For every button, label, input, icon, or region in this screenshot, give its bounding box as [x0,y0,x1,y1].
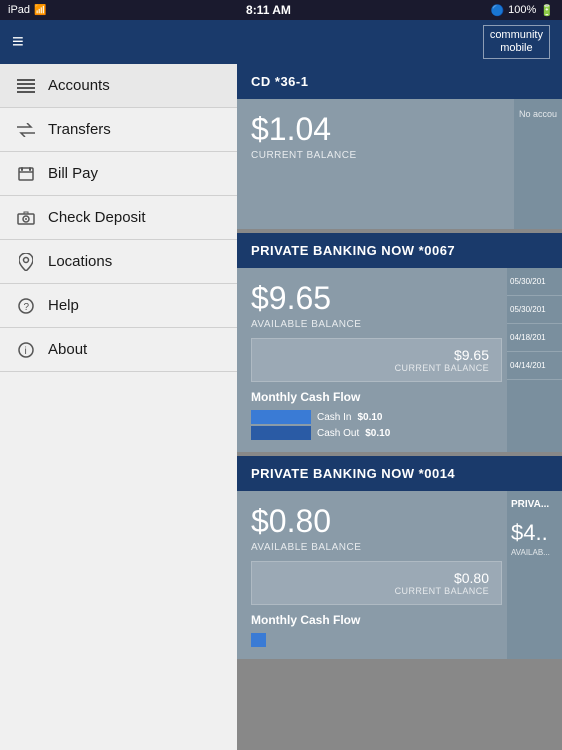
help-icon: ? [16,296,36,316]
sidebar-item-label: Accounts [48,77,110,94]
sidebar-item-label: Check Deposit [48,209,146,226]
cash-flow-section: Monthly Cash Flow Cash In $0.10 Cash Out… [251,390,502,440]
sidebar-item-checkdeposit[interactable]: Check Deposit [0,196,237,240]
account-card-body: $0.80 AVAILABLE BALANCE $0.80 CURRENT BA… [237,491,562,659]
about-icon: i [16,340,36,360]
sidebar-item-label: Locations [48,253,112,270]
cash-out-row: Cash Out $0.10 [251,426,502,440]
battery-icon: 🔋 [540,4,554,17]
cash-in-row [251,633,502,647]
trans-date: 05/30/201 [507,296,562,324]
current-balance-label: CURRENT BALANCE [395,363,489,373]
app-body: Accounts Transfers Bill Pay [0,64,562,750]
menu-button[interactable]: ≡ [12,31,24,54]
sidebar-item-about[interactable]: i About [0,328,237,372]
cash-flow-bars: Cash In $0.10 Cash Out $0.10 [251,410,502,440]
status-time: 8:11 AM [246,3,291,17]
status-right: 🔵 100% 🔋 [490,4,554,17]
bluetooth-icon: 🔵 [490,4,504,17]
partial-balance-label: AVAILAB... [507,548,562,557]
accounts-icon [16,76,36,96]
sidebar-item-label: Help [48,297,79,314]
cash-out-label: Cash Out [317,428,359,439]
balance-amount: $0.80 [251,503,502,540]
wifi-icon: 📶 [34,5,46,16]
no-account-text: No accou [519,109,557,119]
svg-text:i: i [25,346,27,357]
accounts-list[interactable]: CD *36-1 $1.04 CURRENT BALANCE No accou … [237,64,562,750]
account-card-body: $9.65 AVAILABLE BALANCE $9.65 CURRENT BA… [237,268,562,452]
app-header: ≡ community mobile [0,20,562,64]
current-balance-box: $9.65 CURRENT BALANCE [251,338,502,382]
sidebar-item-accounts[interactable]: Accounts [0,64,237,108]
cash-out-amount: $0.10 [365,428,390,439]
cash-out-bar [251,426,311,440]
trans-date: 05/30/201 [507,268,562,296]
current-balance-label: CURRENT BALANCE [395,586,489,596]
svg-text:?: ? [24,302,30,313]
partial-amount: $4.. [507,518,562,548]
billpay-icon [16,164,36,184]
account-card-pbn0014[interactable]: PRIVATE BANKING NOW *0014 $0.80 AVAILABL… [237,456,562,659]
balance-label: AVAILABLE BALANCE [251,319,502,330]
checkdeposit-icon [16,208,36,228]
account-card-pbn0067[interactable]: PRIVATE BANKING NOW *0067 $9.65 AVAILABL… [237,233,562,452]
sidebar-item-label: Bill Pay [48,165,98,182]
no-account-panel: No accou [514,99,562,229]
cash-in-label: Cash In [317,412,351,423]
current-balance-box: $0.80 CURRENT BALANCE [251,561,502,605]
sidebar-item-label: Transfers [48,121,111,138]
balance-amount: $1.04 [251,111,548,148]
sidebar-item-locations[interactable]: Locations [0,240,237,284]
account-card-title: PRIVATE BANKING NOW *0067 [237,233,562,268]
trans-date: 04/18/201 [507,324,562,352]
locations-icon [16,252,36,272]
sidebar-item-label: About [48,341,87,358]
battery-label: 100% [508,4,536,16]
balance-label: AVAILABLE BALANCE [251,542,502,553]
sidebar-item-billpay[interactable]: Bill Pay [0,152,237,196]
transfers-icon [16,120,36,140]
cash-flow-title: Monthly Cash Flow [251,613,502,627]
current-balance-amount: $9.65 [454,347,489,363]
status-left: iPad 📶 [8,4,46,16]
transactions-panel: 05/30/201 05/30/201 04/18/201 04/14/201 [507,268,562,452]
cash-flow-title: Monthly Cash Flow [251,390,502,404]
trans-date: 04/14/201 [507,352,562,380]
partial-label: PRIVA... [507,491,562,518]
cash-in-bar [251,633,266,647]
account-card-title: PRIVATE BANKING NOW *0014 [237,456,562,491]
cash-flow-section: Monthly Cash Flow [251,613,502,647]
cash-in-bar [251,410,311,424]
balance-label: CURRENT BALANCE [251,150,548,161]
cash-in-amount: $0.10 [357,412,382,423]
sidebar-item-help[interactable]: ? Help [0,284,237,328]
app-logo: community mobile [483,25,550,59]
balance-amount: $9.65 [251,280,502,317]
cash-in-row: Cash In $0.10 [251,410,502,424]
transactions-panel-partial: PRIVA... $4.. AVAILAB... [507,491,562,659]
sidebar: Accounts Transfers Bill Pay [0,64,237,750]
device-label: iPad [8,4,30,16]
account-card-body: $1.04 CURRENT BALANCE No accou [237,99,562,229]
status-bar: iPad 📶 8:11 AM 🔵 100% 🔋 [0,0,562,20]
current-balance-amount: $0.80 [454,570,489,586]
account-card-cd[interactable]: CD *36-1 $1.04 CURRENT BALANCE No accou [237,64,562,229]
account-card-title: CD *36-1 [237,64,562,99]
logo-line1: community [490,29,543,42]
cash-flow-bars [251,633,502,647]
sidebar-item-transfers[interactable]: Transfers [0,108,237,152]
logo-line2: mobile [490,42,543,55]
